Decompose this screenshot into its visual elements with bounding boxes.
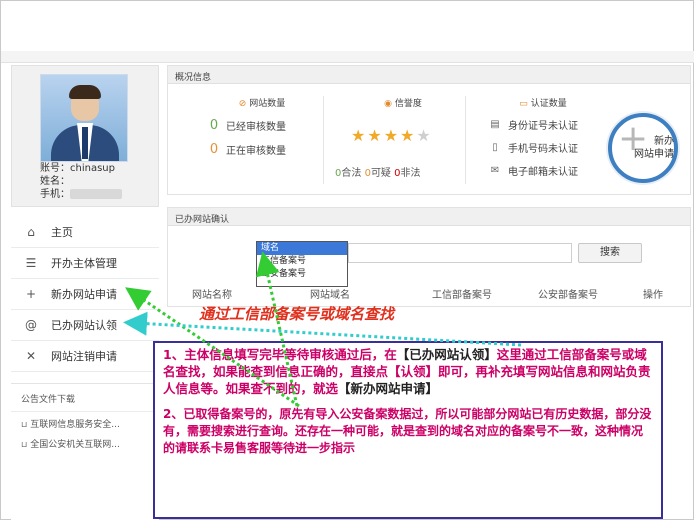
stat-row: 0 已经审核数量 bbox=[202, 118, 322, 133]
notice-link[interactable]: ⊔ 互联网信息服务安全... bbox=[11, 412, 159, 432]
sidebar-item-label: 已办网站认领 bbox=[51, 319, 117, 332]
location-pin-icon: ◉ bbox=[384, 99, 392, 109]
sidebar-item-entity-management[interactable]: ☰ 开办主体管理 bbox=[11, 248, 159, 279]
auth-row: ✉ 电子邮箱未认证 bbox=[488, 163, 598, 178]
sidebar-item-label: 网站注销申请 bbox=[51, 350, 117, 363]
approved-label: 已经审核数量 bbox=[226, 122, 286, 133]
new-site-button[interactable]: + 新办 网站申请 bbox=[608, 113, 678, 183]
notice-title: 公告文件下载 bbox=[11, 384, 159, 412]
auth-column: ▭ 认证数量 ▤ 身份证号未认证 ▯ 手机号码未认证 ✉ 电子邮箱未认证 bbox=[488, 96, 598, 178]
table-header: 网站名称 网站域名 工信部备案号 公安部备案号 操作 bbox=[168, 286, 692, 302]
sidebar-item-label: 主页 bbox=[51, 226, 73, 239]
star-icon: ★ bbox=[367, 126, 384, 145]
auth-row: ▯ 手机号码未认证 bbox=[488, 140, 598, 155]
claim-panel: 已办网站确认 域名 工信备案号 公安备案号 搜索 网站名称 网站域名 工信部备案… bbox=[167, 207, 691, 307]
phone-redacted bbox=[70, 189, 122, 199]
account-value: chinasup bbox=[70, 163, 115, 174]
at-icon: @ bbox=[25, 318, 37, 332]
approved-count: 0 bbox=[209, 118, 219, 133]
sidebar-item-cancel-site[interactable]: ✕ 网站注销申请 bbox=[11, 341, 159, 372]
pending-label: 正在审核数量 bbox=[226, 146, 286, 157]
search-input[interactable] bbox=[348, 243, 572, 263]
column-header: 公安部备案号 bbox=[538, 290, 598, 301]
sidebar-item-label: 开办主体管理 bbox=[51, 257, 117, 270]
credit-summary: 0合法 0可疑 0非法 bbox=[335, 168, 421, 179]
column-header: 网站名称 bbox=[192, 290, 232, 301]
download-icon: ⊔ bbox=[21, 440, 28, 449]
top-bar bbox=[1, 51, 694, 63]
profile-info: 账号：chinasup 姓名： 手机： bbox=[40, 162, 122, 201]
claim-title: 已办网站确认 bbox=[168, 208, 690, 226]
sidebar-item-new-site[interactable]: + 新办网站申请 bbox=[11, 279, 159, 310]
close-icon: ✕ bbox=[25, 349, 37, 363]
overview-title: 概况信息 bbox=[168, 66, 690, 84]
account-label: 账号： bbox=[40, 163, 70, 174]
sidebar-menu: ⌂ 主页 ☰ 开办主体管理 + 新办网站申请 @ 已办网站认领 ✕ 网站注销申请 bbox=[11, 217, 159, 372]
dropdown-option[interactable]: 工信备案号 bbox=[257, 255, 347, 268]
list-icon: ☰ bbox=[25, 256, 37, 270]
mail-icon: ✉ bbox=[490, 165, 500, 176]
search-button[interactable]: 搜索 bbox=[578, 243, 642, 263]
notice-link[interactable]: ⊔ 全国公安机关互联网... bbox=[11, 432, 159, 452]
instruction-paragraph-2: 2、已取得备案号的，原先有导入公安备案数据过，所以可能部分网站已有历史数据，部分… bbox=[163, 407, 652, 455]
site-count-title: 网站数量 bbox=[249, 99, 286, 109]
folder-icon: ▭ bbox=[519, 99, 528, 109]
phone-icon: ▯ bbox=[492, 142, 498, 153]
divider bbox=[465, 96, 466, 184]
search-type-dropdown[interactable]: 域名 工信备案号 公安备案号 bbox=[256, 241, 348, 287]
home-icon: ⌂ bbox=[27, 225, 35, 239]
column-header: 工信部备案号 bbox=[432, 290, 492, 301]
sidebar-item-claim-site[interactable]: @ 已办网站认领 bbox=[11, 310, 159, 341]
plus-icon: + bbox=[25, 287, 37, 301]
avatar bbox=[40, 74, 128, 162]
column-header: 网站域名 bbox=[310, 290, 350, 301]
star-icon: ★ bbox=[383, 126, 401, 145]
instruction-callout: 1、主体信息填写完毕等待审核通过后，在【已办网站认领】这里通过工信部备案号或域名… bbox=[153, 341, 663, 519]
overview-panel: 概况信息 ⊘ 网站数量 0 已经审核数量 0 正在审核数量 ◉ 信誉度 ★★★★★ … bbox=[167, 65, 691, 195]
phone-label: 手机： bbox=[40, 189, 70, 200]
auth-row: ▤ 身份证号未认证 bbox=[488, 117, 598, 132]
profile-card: 账号：chinasup 姓名： 手机： bbox=[11, 65, 159, 207]
compass-icon: ⊘ bbox=[238, 99, 247, 109]
star-icon: ★ bbox=[400, 126, 417, 145]
stat-row: 0 正在审核数量 bbox=[202, 142, 322, 157]
new-site-label: 新办 网站申请 bbox=[634, 136, 674, 160]
site-count-column: ⊘ 网站数量 0 已经审核数量 0 正在审核数量 bbox=[202, 96, 322, 157]
sidebar-item-label: 新办网站申请 bbox=[51, 288, 117, 301]
notice-section: 公告文件下载 ⊔ 互联网信息服务安全... ⊔ 全国公安机关互联网... bbox=[11, 383, 159, 452]
auth-title: 认证数量 bbox=[530, 99, 567, 109]
download-icon: ⊔ bbox=[21, 420, 28, 429]
annotation-label: 通过工信部备案号或域名查找 bbox=[199, 305, 395, 323]
name-label: 姓名： bbox=[40, 176, 70, 187]
star-icon: ★ bbox=[416, 126, 433, 145]
dropdown-option[interactable]: 域名 bbox=[257, 242, 347, 255]
divider bbox=[323, 96, 324, 184]
column-header: 操作 bbox=[643, 290, 663, 301]
id-card-icon: ▤ bbox=[490, 119, 500, 130]
star-icon: ★ bbox=[351, 126, 368, 145]
instruction-paragraph-1: 1、主体信息填写完毕等待审核通过后，在【已办网站认领】这里通过工信部备案号或域名… bbox=[163, 347, 651, 396]
app-window: 账号：chinasup 姓名： 手机： ⌂ 主页 ☰ 开办主体管理 + 新办网站… bbox=[0, 0, 694, 520]
credit-stars: ★★★★★ bbox=[351, 126, 433, 145]
credit-column: ◉ 信誉度 bbox=[343, 96, 463, 109]
sidebar-item-home[interactable]: ⌂ 主页 bbox=[11, 217, 159, 248]
pending-count: 0 bbox=[209, 142, 219, 157]
dropdown-option[interactable]: 公安备案号 bbox=[257, 268, 347, 281]
credit-title: 信誉度 bbox=[394, 99, 422, 109]
sidebar: 账号：chinasup 姓名： 手机： ⌂ 主页 ☰ 开办主体管理 + 新办网站… bbox=[11, 65, 159, 520]
